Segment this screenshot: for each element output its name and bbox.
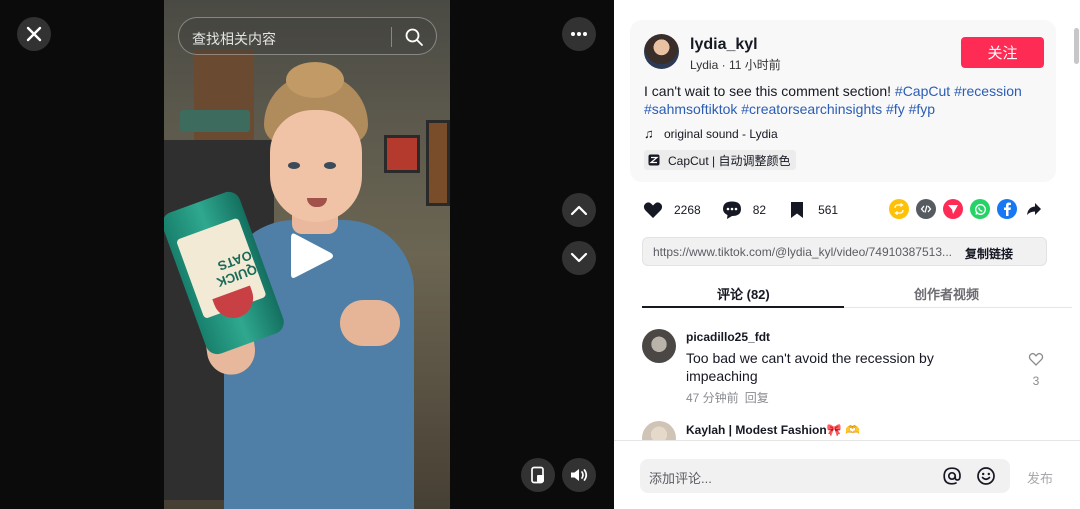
comment-item: Kaylah | Modest Fashion🎀 🫶 <box>642 421 1062 440</box>
save-count: 561 <box>818 203 839 217</box>
embed-icon[interactable] <box>916 199 936 219</box>
capcut-icon <box>648 154 660 166</box>
share-arrow-icon[interactable] <box>1024 199 1044 219</box>
video-detail-panel: lydia_kyl Lydia · 11 小时前 关注 I can't wait… <box>614 0 1080 509</box>
person-eye <box>288 162 300 169</box>
video-info-card: lydia_kyl Lydia · 11 小时前 关注 I can't wait… <box>630 20 1056 182</box>
volume-button[interactable] <box>562 458 596 492</box>
commenter-username[interactable]: picadillo25_fdt <box>686 330 770 344</box>
comment-composer: 添加评论... 发布 <box>614 440 1080 509</box>
comment-input-placeholder[interactable]: 添加评论... <box>649 468 712 487</box>
sound-label[interactable]: original sound - Lydia <box>664 127 778 141</box>
hashtag-link[interactable]: #CapCut <box>895 83 950 99</box>
bookmark-icon <box>791 202 804 218</box>
music-note-icon: ♫ <box>644 126 654 141</box>
hashtag-link[interactable]: #creatorsearchinsights <box>741 101 882 117</box>
mini-player-icon <box>531 466 544 484</box>
follow-button[interactable]: 关注 <box>961 37 1044 68</box>
mention-icon[interactable] <box>942 466 962 486</box>
scrollbar-track[interactable] <box>1072 0 1080 440</box>
comment-tabs: 评论 (82) 创作者视频 <box>642 276 1072 308</box>
tab-comments[interactable]: 评论 (82) <box>717 284 770 303</box>
repost-icon[interactable] <box>889 199 909 219</box>
comment-count: 82 <box>752 203 767 217</box>
copy-link-button[interactable]: 复制链接 <box>965 245 1013 262</box>
sound-link[interactable]: ♫ original sound - Lydia <box>644 126 778 141</box>
tab-creator-videos[interactable]: 创作者视频 <box>914 284 979 303</box>
volume-icon <box>571 469 588 481</box>
emoji-icon[interactable] <box>976 466 996 486</box>
hashtag-link[interactable]: #recession <box>954 83 1022 99</box>
like-count: 2268 <box>674 203 701 217</box>
heart-icon <box>643 202 663 218</box>
comment-like-button[interactable]: 3 <box>1027 351 1045 388</box>
next-video-button[interactable] <box>562 241 596 275</box>
previous-video-button[interactable] <box>562 193 596 227</box>
author-meta: Lydia · 11 小时前 <box>690 56 781 73</box>
background-picture <box>426 120 450 206</box>
chevron-up-icon <box>570 205 588 216</box>
favorite-button[interactable]: 561 <box>786 199 838 221</box>
search-icon[interactable] <box>404 27 424 47</box>
comment-button[interactable]: 82 <box>721 199 766 221</box>
mini-player-button[interactable] <box>521 458 555 492</box>
caption-text: I can't wait to see this comment section… <box>644 83 892 99</box>
close-icon <box>26 26 42 42</box>
engagement-row: 2268 82 561 <box>642 199 858 221</box>
comment-icon <box>722 201 741 219</box>
comment-input[interactable]: 添加评论... <box>640 459 1010 493</box>
video-link-box: https://www.tiktok.com/@lydia_kyl/video/… <box>642 237 1047 266</box>
comment-item: picadillo25_fdt Too bad we can't avoid t… <box>642 329 1062 409</box>
capcut-template-link[interactable]: CapCut | 自动调整颜色 <box>644 150 797 170</box>
scrollbar-thumb[interactable] <box>1074 28 1079 64</box>
hashtag-link[interactable]: #sahmsoftiktok <box>644 101 737 117</box>
reply-button[interactable]: 回复 <box>745 391 769 405</box>
search-divider <box>391 27 392 47</box>
background-picture <box>384 135 420 173</box>
commenter-avatar[interactable] <box>642 329 676 363</box>
comment-text: Too bad we can't avoid the recession by … <box>686 350 934 384</box>
author-display-name[interactable]: Lydia <box>690 58 718 72</box>
like-button[interactable]: 2268 <box>642 199 701 221</box>
active-tab-indicator <box>642 306 844 308</box>
video-caption: I can't wait to see this comment section… <box>644 82 1044 118</box>
meta-separator: · <box>721 58 729 72</box>
whatsapp-icon[interactable] <box>970 199 990 219</box>
person-eye <box>324 162 336 169</box>
share-options <box>889 199 1051 219</box>
chevron-down-icon <box>570 252 588 263</box>
hashtag-link[interactable]: #fy <box>886 101 905 117</box>
person-hand <box>340 300 400 346</box>
heart-outline-icon <box>1028 352 1044 366</box>
post-comment-button[interactable]: 发布 <box>1027 468 1053 487</box>
background-shelf <box>180 110 250 132</box>
send-icon[interactable] <box>943 199 963 219</box>
search-placeholder[interactable]: 查找相关内容 <box>192 29 276 49</box>
more-icon <box>571 32 587 36</box>
comment-meta: 47 分钟前 回复 <box>686 389 769 406</box>
more-options-button[interactable] <box>562 17 596 51</box>
capcut-label[interactable]: CapCut | 自动调整颜色 <box>668 152 790 169</box>
comment-like-count: 3 <box>1032 374 1040 388</box>
close-button[interactable] <box>17 17 51 51</box>
author-avatar[interactable] <box>644 34 679 69</box>
oats-bowl-image <box>212 285 259 324</box>
commenter-username[interactable]: Kaylah | Modest Fashion🎀 🫶 <box>686 423 860 437</box>
commenter-avatar[interactable] <box>642 421 676 440</box>
hashtag-link[interactable]: #fyp <box>909 101 935 117</box>
video-url[interactable]: https://www.tiktok.com/@lydia_kyl/video/… <box>653 245 952 259</box>
person-hair-bun <box>286 62 344 98</box>
post-time: 11 小时前 <box>728 58 781 72</box>
video-player[interactable]: QUICK OATS 查找相关内容 <box>0 0 614 509</box>
play-icon[interactable] <box>289 230 335 282</box>
comment-time: 47 分钟前 <box>686 391 739 405</box>
video-search-bar[interactable]: 查找相关内容 <box>178 17 437 55</box>
author-username[interactable]: lydia_kyl <box>690 36 758 54</box>
facebook-icon[interactable] <box>997 199 1017 219</box>
